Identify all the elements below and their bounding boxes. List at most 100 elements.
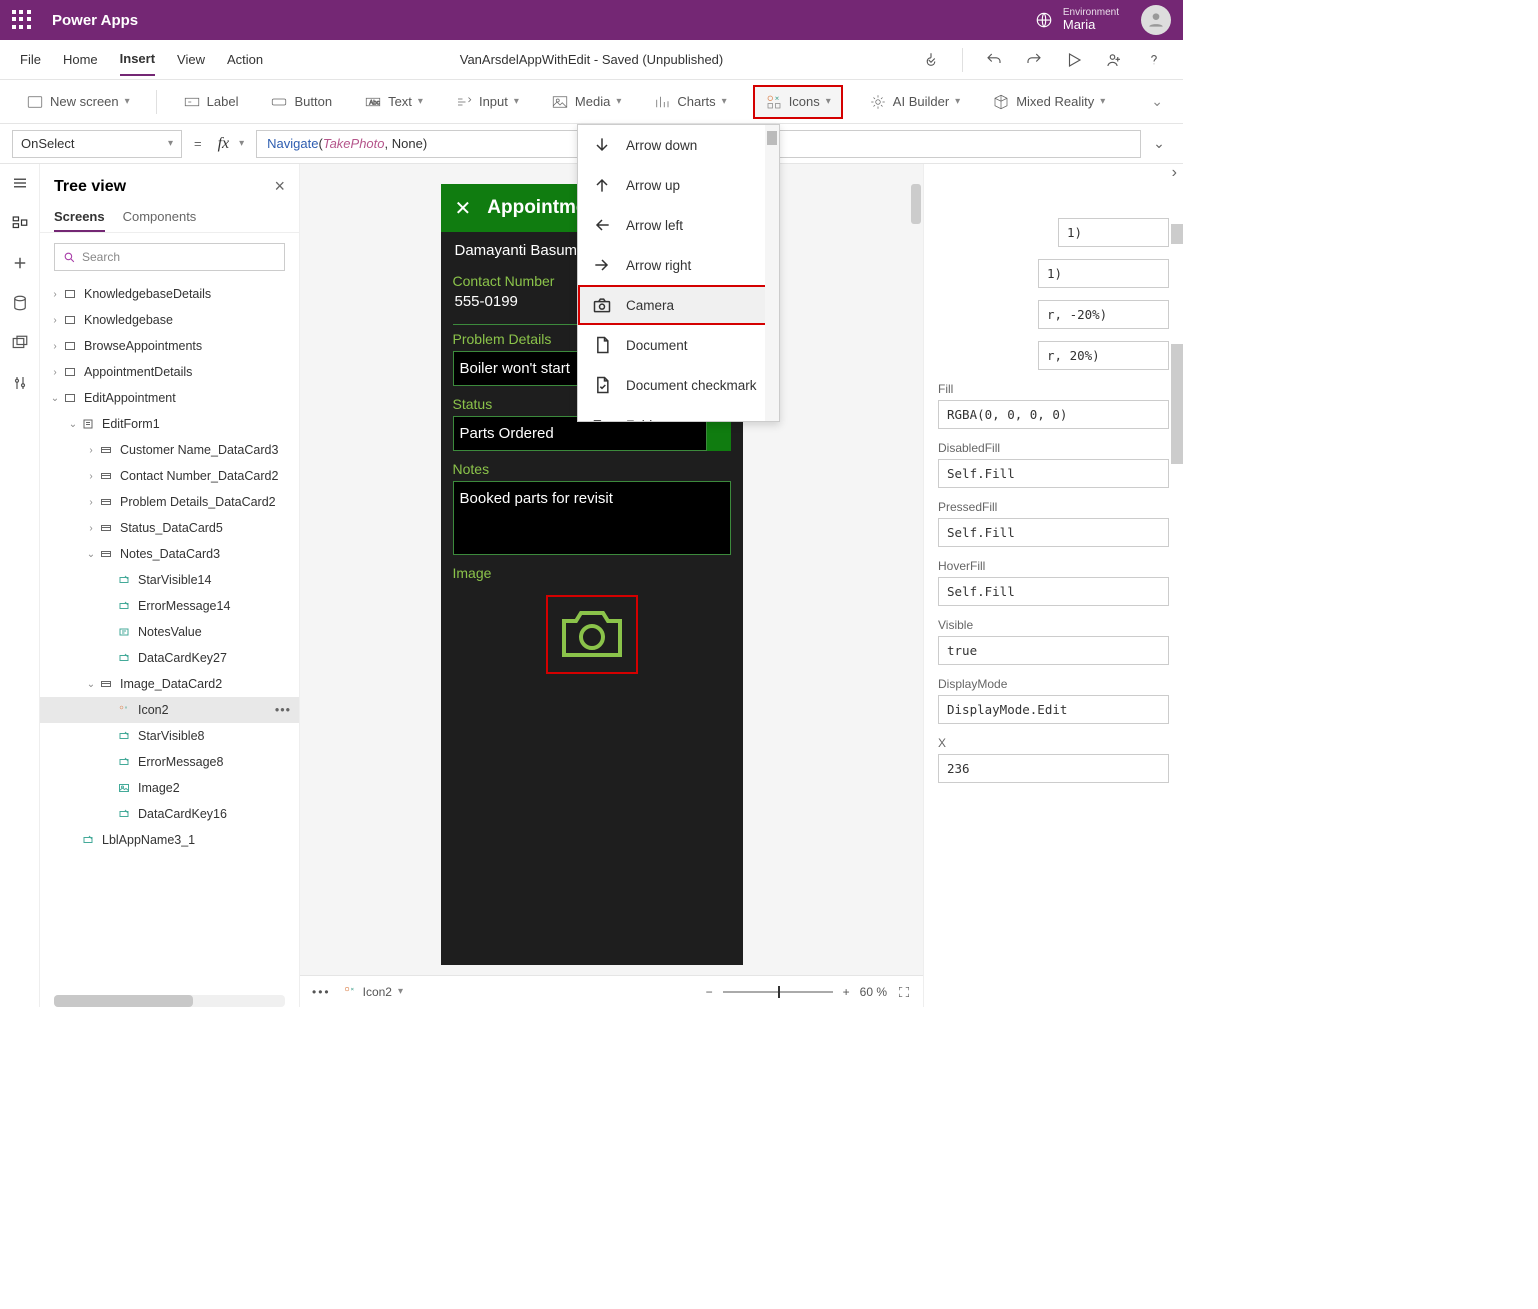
new-screen-button[interactable]: New screen▾ [20, 89, 136, 115]
tree-body[interactable]: ›KnowledgebaseDetails›Knowledgebase›Brow… [40, 281, 299, 1007]
tree-more-icon[interactable]: ••• [275, 703, 291, 717]
tree-chevron-icon[interactable]: › [48, 341, 62, 352]
tree-node[interactable]: ›Status_DataCard5 [40, 515, 299, 541]
zoom-slider[interactable] [723, 991, 833, 993]
dropdown-item[interactable]: Arrow up [578, 165, 779, 205]
label-button[interactable]: Label [177, 89, 245, 115]
tab-screens[interactable]: Screens [54, 203, 105, 232]
tree-node[interactable]: ›Customer Name_DataCard3 [40, 437, 299, 463]
tree-chevron-icon[interactable]: ⌄ [84, 679, 98, 690]
tab-components[interactable]: Components [123, 203, 197, 232]
tree-node[interactable]: LblAppName3_1 [40, 827, 299, 853]
property-input[interactable]: Self.Fill [938, 459, 1169, 488]
button-button[interactable]: Button [264, 89, 338, 115]
tree-chevron-icon[interactable]: › [48, 367, 62, 378]
redo-icon[interactable] [1025, 51, 1043, 69]
tree-chevron-icon[interactable]: › [84, 445, 98, 456]
tree-node[interactable]: ›AppointmentDetails [40, 359, 299, 385]
notes-field[interactable]: Booked parts for revisit [453, 481, 731, 555]
tree-node[interactable]: ErrorMessage8 [40, 749, 299, 775]
avatar[interactable] [1141, 5, 1171, 35]
undo-icon[interactable] [985, 51, 1003, 69]
tree-node[interactable]: StarVisible8 [40, 723, 299, 749]
tree-node[interactable]: ›Contact Number_DataCard2 [40, 463, 299, 489]
props-collapse-icon[interactable]: › [1172, 164, 1177, 182]
tree-node[interactable]: Icon2••• [40, 697, 299, 723]
icons-button[interactable]: Icons▾ [753, 85, 843, 119]
tree-node[interactable]: Image2 [40, 775, 299, 801]
charts-button[interactable]: Charts▾ [647, 89, 732, 115]
rail-add-icon[interactable] [11, 254, 29, 272]
tree-chevron-icon[interactable]: › [84, 497, 98, 508]
share-icon[interactable] [1105, 51, 1123, 69]
tree-node[interactable]: DataCardKey27 [40, 645, 299, 671]
property-input[interactable]: r, -20%) [1038, 300, 1169, 329]
play-icon[interactable] [1065, 51, 1083, 69]
dropdown-item[interactable]: Document checkmark [578, 365, 779, 405]
footer-more-icon[interactable]: ••• [312, 985, 331, 999]
property-input[interactable]: RGBA(0, 0, 0, 0) [938, 400, 1169, 429]
waffle-icon[interactable] [12, 10, 32, 30]
environment-info[interactable]: Environment Maria [1063, 7, 1119, 32]
menu-insert[interactable]: Insert [120, 43, 155, 76]
tree-node[interactable]: ›Knowledgebase [40, 307, 299, 333]
tree-node[interactable]: ⌄EditForm1 [40, 411, 299, 437]
tree-node[interactable]: NotesValue [40, 619, 299, 645]
tree-chevron-icon[interactable]: › [48, 315, 62, 326]
help-icon[interactable] [1145, 51, 1163, 69]
camera-icon-control[interactable] [546, 595, 638, 674]
rail-hamburger-icon[interactable] [11, 174, 29, 192]
property-input[interactable]: Self.Fill [938, 518, 1169, 547]
props-scrollbar[interactable] [1171, 344, 1183, 464]
mixed-reality-button[interactable]: Mixed Reality▾ [986, 89, 1111, 115]
tree-chevron-icon[interactable]: › [84, 471, 98, 482]
rail-data-icon[interactable] [11, 294, 29, 312]
zoom-out-icon[interactable]: − [706, 985, 713, 999]
checker-icon[interactable] [922, 51, 940, 69]
ai-builder-button[interactable]: AI Builder▾ [863, 89, 966, 115]
tree-node[interactable]: ErrorMessage14 [40, 593, 299, 619]
dropdown-item[interactable]: Folder [578, 405, 779, 422]
input-button[interactable]: Input▾ [449, 89, 525, 115]
dropdown-item[interactable]: Arrow left [578, 205, 779, 245]
tree-scrollbar[interactable] [54, 995, 285, 1007]
text-button[interactable]: AbcText▾ [358, 89, 429, 115]
menu-file[interactable]: File [20, 44, 41, 75]
ribbon-expand-icon[interactable]: ⌄ [1151, 93, 1163, 110]
tree-node[interactable]: StarVisible14 [40, 567, 299, 593]
menu-action[interactable]: Action [227, 44, 263, 75]
property-input[interactable]: true [938, 636, 1169, 665]
tree-chevron-icon[interactable]: › [48, 289, 62, 300]
tree-chevron-icon[interactable]: › [84, 523, 98, 534]
canvas-scrollbar[interactable] [911, 184, 921, 224]
tree-node[interactable]: ⌄Image_DataCard2 [40, 671, 299, 697]
zoom-in-icon[interactable]: + [843, 985, 850, 999]
tree-chevron-icon[interactable]: ⌄ [48, 393, 62, 404]
property-input[interactable]: DisplayMode.Edit [938, 695, 1169, 724]
tree-chevron-icon[interactable]: ⌄ [84, 549, 98, 560]
tree-close-icon[interactable]: × [274, 176, 285, 197]
property-input[interactable]: Self.Fill [938, 577, 1169, 606]
tree-node[interactable]: ⌄Notes_DataCard3 [40, 541, 299, 567]
rail-tools-icon[interactable] [11, 374, 29, 392]
property-input[interactable]: 1) [1058, 218, 1169, 247]
property-input[interactable]: 1) [1038, 259, 1169, 288]
search-input[interactable]: Search [54, 243, 285, 271]
tree-node[interactable]: ›KnowledgebaseDetails [40, 281, 299, 307]
menu-home[interactable]: Home [63, 44, 98, 75]
property-input[interactable]: 236 [938, 754, 1169, 783]
tree-node[interactable]: ›Problem Details_DataCard2 [40, 489, 299, 515]
tree-node[interactable]: ›BrowseAppointments [40, 333, 299, 359]
props-scrollbar-top[interactable] [1171, 224, 1183, 244]
fit-icon[interactable] [897, 985, 911, 999]
footer-selection[interactable]: Icon2 ▾ [343, 985, 403, 999]
rail-tree-icon[interactable] [11, 214, 29, 232]
dropdown-item[interactable]: Arrow down [578, 125, 779, 165]
property-input[interactable]: r, 20%) [1038, 341, 1169, 370]
media-button[interactable]: Media▾ [545, 89, 627, 115]
dropdown-item[interactable]: Camera [578, 285, 779, 325]
preview-close-icon[interactable]: ✕ [455, 196, 472, 221]
property-selector[interactable]: OnSelect▾ [12, 130, 182, 158]
dropdown-item[interactable]: Arrow right [578, 245, 779, 285]
tree-chevron-icon[interactable]: ⌄ [66, 419, 80, 430]
